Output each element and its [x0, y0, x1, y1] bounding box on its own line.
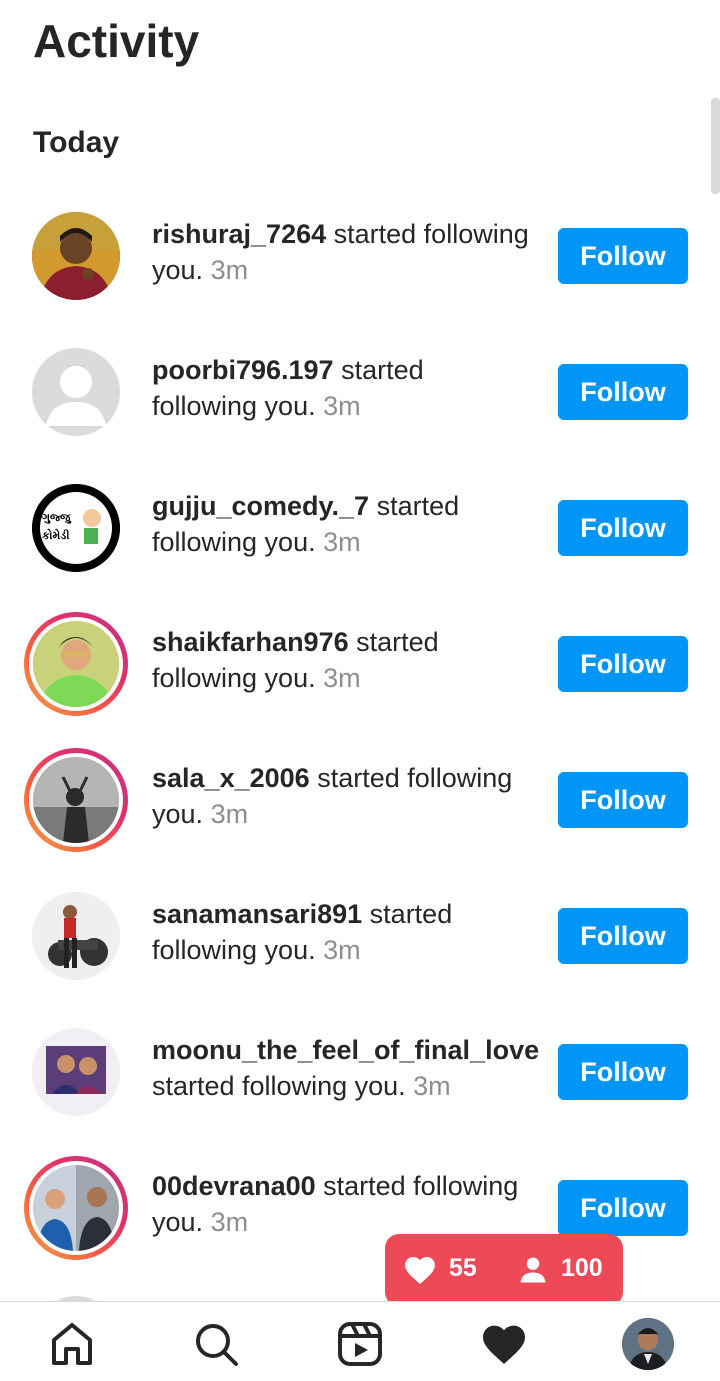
timestamp: 3m — [323, 935, 361, 965]
avatar[interactable] — [32, 1028, 120, 1116]
username[interactable]: 00devrana00 — [152, 1171, 316, 1201]
avatar[interactable] — [32, 892, 120, 980]
notification-text: sala_x_2006 started following you. 3m — [152, 760, 532, 832]
timestamp: 3m — [323, 663, 361, 693]
followers-count: 100 — [561, 1254, 603, 1282]
username[interactable]: rishuraj_7264 — [152, 219, 326, 249]
timestamp: 3m — [413, 1071, 451, 1101]
heart-icon — [483, 1325, 525, 1364]
nav-home[interactable] — [48, 1320, 96, 1368]
home-icon — [52, 1323, 92, 1365]
username[interactable]: shaikfarhan976 — [152, 627, 349, 657]
scrollbar[interactable] — [711, 98, 720, 194]
story-ring-avatar[interactable] — [24, 1156, 128, 1260]
likes-count: 55 — [449, 1254, 477, 1282]
timestamp: 3m — [210, 799, 249, 829]
badge-text: ગુજ્જુ — [42, 512, 71, 524]
follow-button[interactable]: Follow — [558, 500, 688, 556]
timestamp: 3m — [210, 255, 249, 285]
username[interactable]: sanamansari891 — [152, 899, 362, 929]
search-icon — [196, 1324, 238, 1366]
notification-row[interactable]: poorbi796.197 started following you. 3m … — [0, 334, 720, 470]
notification-text: 00devrana00 started following you. 3m — [152, 1168, 532, 1240]
notification-text: shaikfarhan976 started following you. 3m — [152, 624, 532, 696]
follow-button[interactable]: Follow — [558, 1044, 688, 1100]
username[interactable]: sala_x_2006 — [152, 763, 310, 793]
action-text: started following you. — [152, 1071, 406, 1101]
avatar[interactable]: ગુજ્જુ કોમેડી — [32, 484, 120, 572]
follow-button[interactable]: Follow — [558, 908, 688, 964]
username[interactable]: gujju_comedy._7 — [152, 491, 369, 521]
page-title: Activity — [33, 15, 200, 67]
follow-button[interactable]: Follow — [558, 1180, 688, 1236]
heart-icon — [405, 1256, 435, 1285]
avatar[interactable] — [32, 348, 120, 436]
notification-row[interactable]: moonu_the_feel_of_final_love started fol… — [0, 1014, 720, 1150]
profile-avatar — [622, 1318, 674, 1370]
follow-button[interactable]: Follow — [558, 772, 688, 828]
default-avatar-icon — [32, 348, 120, 436]
notification-text: sanamansari891 started following you. 3m — [152, 896, 532, 968]
username[interactable]: poorbi796.197 — [152, 355, 334, 385]
nav-reels[interactable] — [336, 1320, 384, 1368]
story-ring-avatar[interactable] — [24, 748, 128, 852]
notification-row[interactable]: ગુજ્જુ કોમેડી gujju_comedy._7 started fo… — [0, 470, 720, 606]
nav-profile[interactable] — [622, 1318, 674, 1370]
notification-row[interactable]: shaikfarhan976 started following you. 3m… — [0, 606, 720, 742]
notification-text: gujju_comedy._7 started following you. 3… — [152, 488, 532, 560]
notification-text: poorbi796.197 started following you. 3m — [152, 352, 532, 424]
notification-text: moonu_the_feel_of_final_love started fol… — [152, 1032, 539, 1104]
notification-row[interactable]: rishuraj_7264 started following you. 3m … — [0, 198, 720, 334]
timestamp: 3m — [210, 1207, 249, 1237]
reels-icon — [338, 1322, 382, 1366]
bottom-nav — [0, 1301, 720, 1381]
section-header-today: Today — [33, 126, 120, 159]
nav-activity[interactable] — [480, 1320, 528, 1368]
timestamp: 3m — [323, 527, 361, 557]
badge-text: કોમેડી — [42, 530, 70, 542]
timestamp: 3m — [323, 391, 361, 421]
username[interactable]: moonu_the_feel_of_final_love — [152, 1035, 539, 1065]
notification-row[interactable]: sanamansari891 started following you. 3m… — [0, 878, 720, 1014]
person-icon — [520, 1257, 546, 1283]
follow-button[interactable]: Follow — [558, 228, 688, 284]
follow-button[interactable]: Follow — [558, 364, 688, 420]
notification-row[interactable]: sala_x_2006 started following you. 3m Fo… — [0, 742, 720, 878]
nav-search[interactable] — [192, 1320, 240, 1368]
story-ring-avatar[interactable] — [24, 612, 128, 716]
follow-button[interactable]: Follow — [558, 636, 688, 692]
notification-text: rishuraj_7264 started following you. 3m — [152, 216, 532, 288]
avatar[interactable] — [32, 212, 120, 300]
